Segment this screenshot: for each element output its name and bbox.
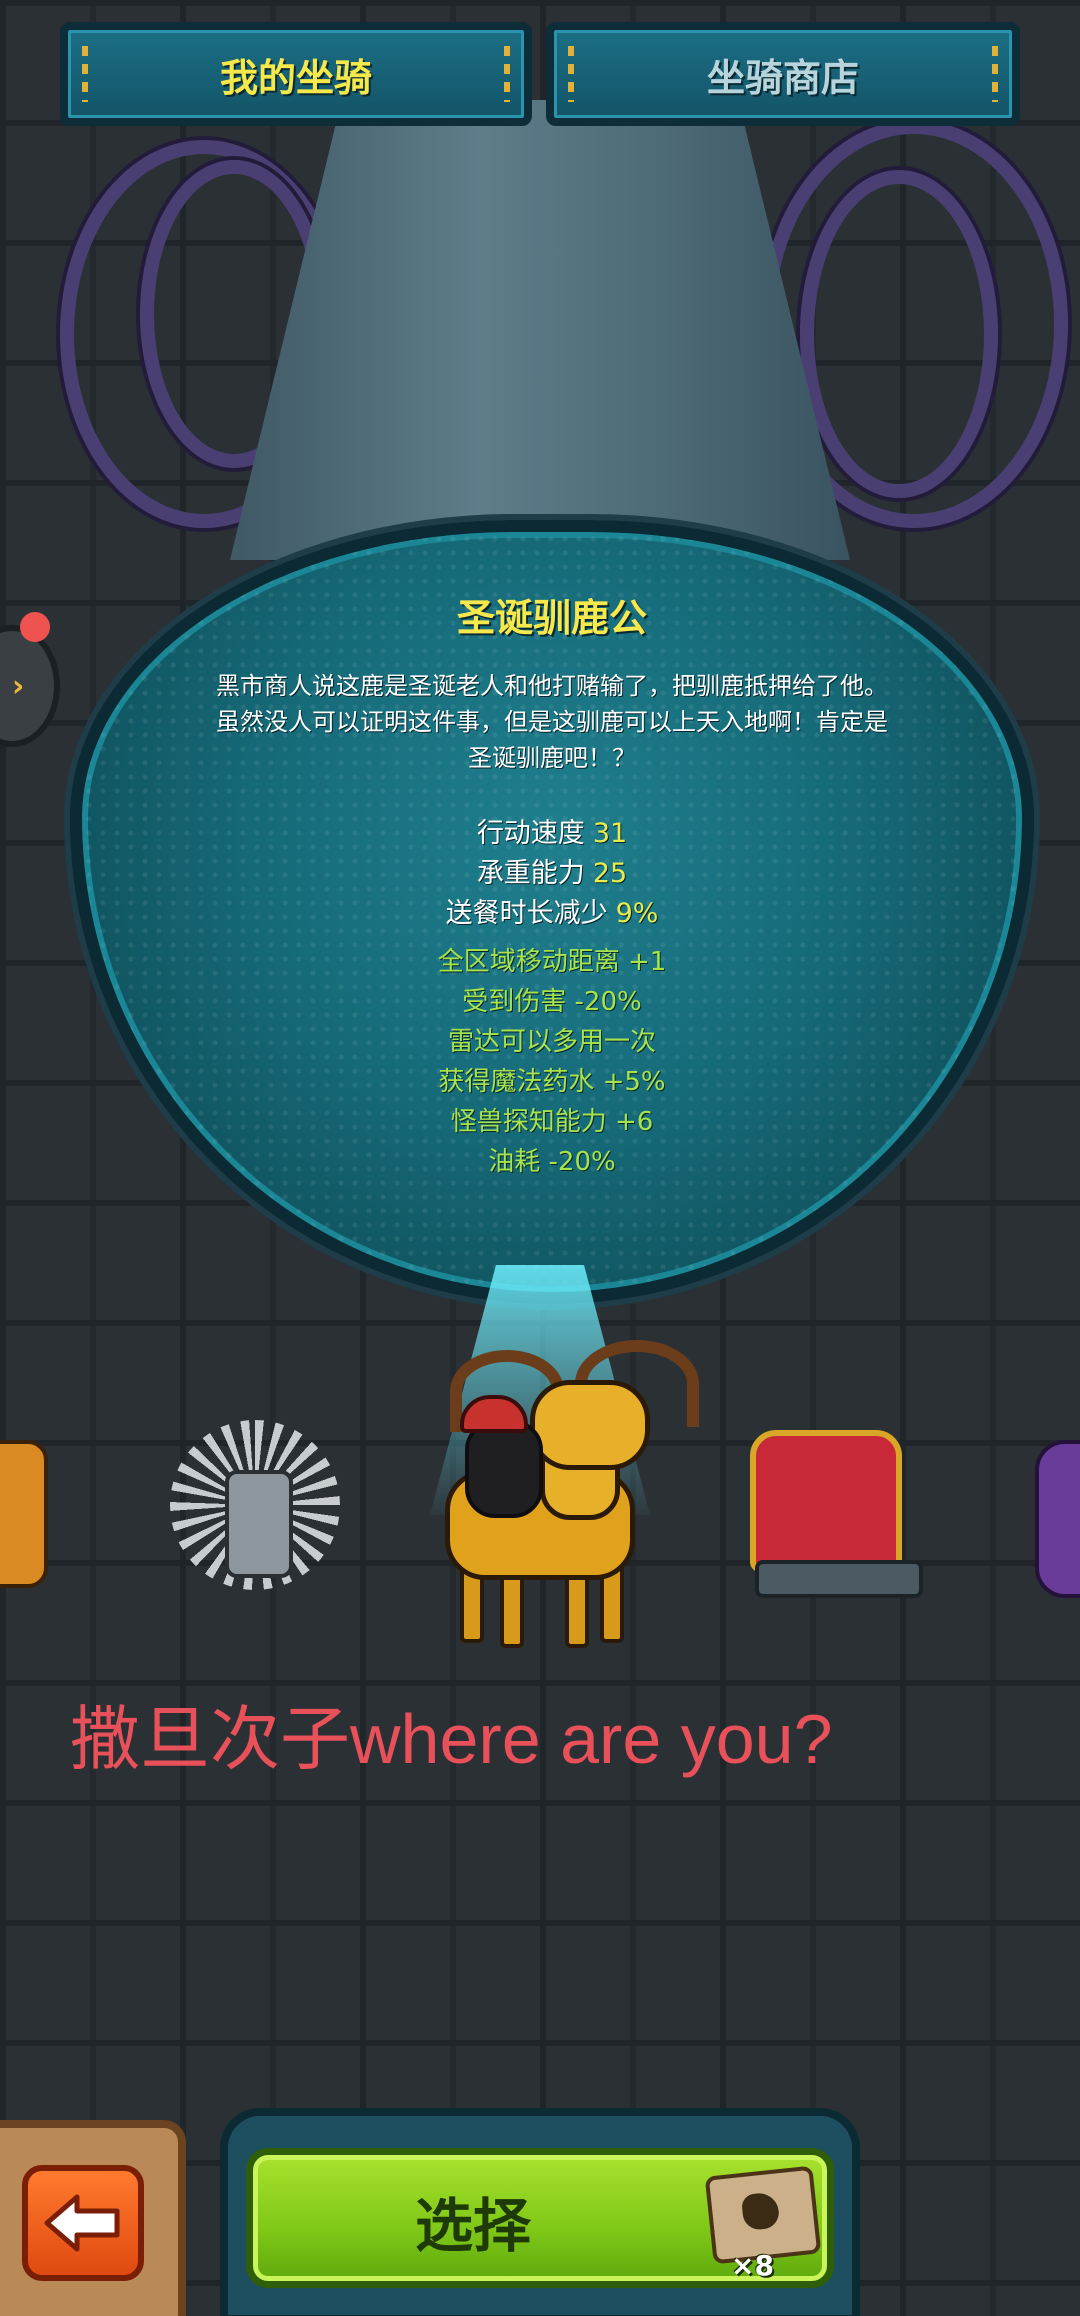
tab-notch (82, 46, 88, 102)
chevron-right-icon: › (12, 669, 25, 704)
tab-notch (504, 46, 510, 102)
back-button[interactable] (22, 2165, 144, 2281)
tab-label: 我的坐骑 (219, 55, 372, 100)
tab-label: 坐骑商店 (706, 55, 859, 100)
pipe-decoration (800, 170, 998, 498)
mount-porcupine[interactable] (225, 1470, 293, 1578)
stat-label: 送餐时长减少 (445, 898, 608, 929)
overlay-caption: 撒旦次子where are you? (70, 1700, 833, 1778)
bonus-line: 获得魔法药水 +5% (438, 1067, 666, 1097)
throne-base (755, 1560, 923, 1598)
description-line: 虽然没人可以证明这件事，但是这驯鹿可以上天入地啊！肯定是 (216, 708, 888, 736)
bonus-line: 受到伤害 -20% (462, 987, 642, 1017)
description-line: 圣诞驯鹿吧！？ (468, 744, 636, 772)
mount-partial-left[interactable] (0, 1440, 48, 1588)
mount-bonuses: 全区域移动距离 +1 受到伤害 -20% 雷达可以多用一次 获得魔法药水 +5%… (82, 942, 1022, 1182)
tab-my-mounts[interactable]: 我的坐骑 (60, 22, 532, 126)
mount-info-orb: 圣诞驯鹿公 黑市商人说这鹿是圣诞老人和他打赌输了，把驯鹿抵押给了他。 虽然没人可… (70, 520, 1034, 1304)
mount-throne[interactable] (750, 1430, 902, 1572)
arrow-left-icon (44, 2194, 120, 2252)
mount-name: 圣诞驯鹿公 (456, 596, 647, 640)
mount-stats: 行动速度 31 承重能力 25 送餐时长减少 9% (82, 814, 1022, 934)
mount-description: 黑市商人说这鹿是圣诞老人和他打赌输了，把驯鹿抵押给了他。 虽然没人可以证明这件事… (172, 668, 932, 776)
stat-value: 31 (592, 818, 628, 849)
mount-partial-right[interactable] (1035, 1440, 1080, 1598)
tab-notch (992, 46, 998, 102)
bonus-line: 怪兽探知能力 +6 (450, 1107, 654, 1137)
tab-notch (568, 46, 574, 102)
stat-label: 承重能力 (476, 858, 585, 889)
stat-value: 9% (615, 898, 659, 929)
reindeer-head (530, 1380, 650, 1470)
bonus-line: 油耗 -20% (488, 1147, 616, 1177)
stat-row: 送餐时长减少 9% (82, 894, 1022, 934)
tab-mount-shop[interactable]: 坐骑商店 (546, 22, 1020, 126)
stat-label: 行动速度 (476, 818, 585, 849)
item-count: ×8 (731, 2249, 774, 2282)
bonus-line: 全区域移动距离 +1 (437, 947, 667, 977)
select-button[interactable]: 选择 ×8 (246, 2148, 834, 2288)
stat-row: 承重能力 25 (82, 854, 1022, 894)
select-label: 选择 (414, 2192, 531, 2260)
description-line: 黑市商人说这鹿是圣诞老人和他打赌输了，把驯鹿抵押给了他。 (216, 672, 888, 700)
notification-dot (20, 612, 50, 642)
rider-character (465, 1420, 543, 1518)
bonus-line: 雷达可以多用一次 (447, 1027, 656, 1057)
stat-value: 25 (592, 858, 628, 889)
stat-row: 行动速度 31 (82, 814, 1022, 854)
mount-info: 圣诞驯鹿公 黑市商人说这鹿是圣诞老人和他打赌输了，把驯鹿抵押给了他。 虽然没人可… (82, 587, 1022, 1182)
game-screen: 我的坐骑 坐骑商店 › 圣诞驯鹿公 黑市商人说这鹿是圣诞老人和他打赌输了，把驯鹿… (0, 0, 1080, 2316)
